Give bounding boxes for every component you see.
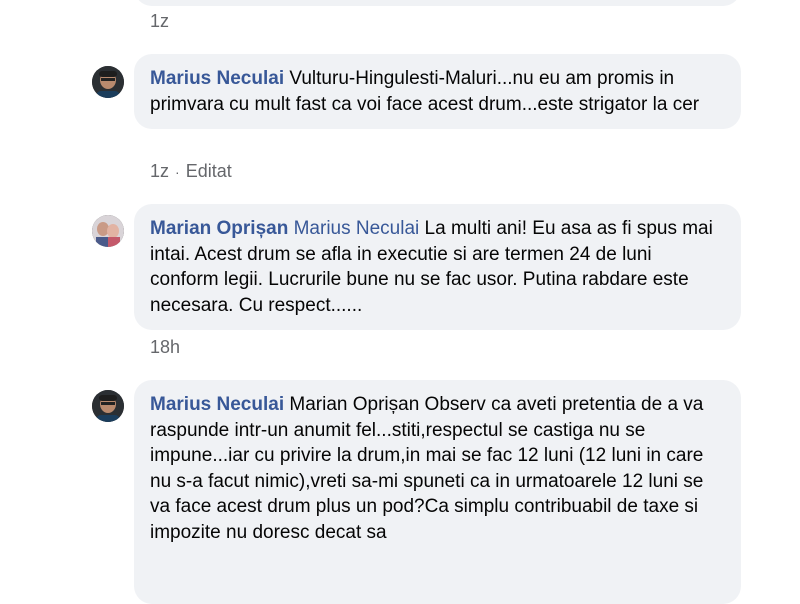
- avatar[interactable]: [92, 390, 124, 422]
- previous-comment-bubble: [134, 0, 741, 6]
- comment-mention[interactable]: Marius Neculai: [294, 218, 420, 239]
- comment-bubble: Marius Neculai Marian Oprișan Observ ca …: [134, 380, 741, 604]
- comment-author[interactable]: Marian Oprișan: [150, 218, 288, 239]
- comment-meta: 1z: [150, 11, 169, 32]
- comment-time[interactable]: 1z: [150, 161, 169, 181]
- meta-separator: ·: [175, 164, 180, 180]
- comment-meta: 18h: [150, 337, 180, 358]
- comment-author[interactable]: Marius Neculai: [150, 68, 284, 89]
- edited-label[interactable]: Editat: [186, 161, 232, 181]
- comment-time[interactable]: 1z: [150, 11, 169, 31]
- comment-bubble: Marian Oprișan Marius Neculai La multi a…: [134, 204, 741, 330]
- comment-author[interactable]: Marius Neculai: [150, 394, 284, 415]
- avatar[interactable]: [92, 215, 124, 247]
- comment-time[interactable]: 18h: [150, 337, 180, 357]
- avatar[interactable]: [92, 66, 124, 98]
- comment-bubble: Marius Neculai Vulturu-Hingulesti-Maluri…: [134, 54, 741, 129]
- comment-text: Marian Oprișan Observ ca aveti pretentia…: [150, 394, 704, 543]
- comment-meta: 1z · Editat: [150, 161, 232, 182]
